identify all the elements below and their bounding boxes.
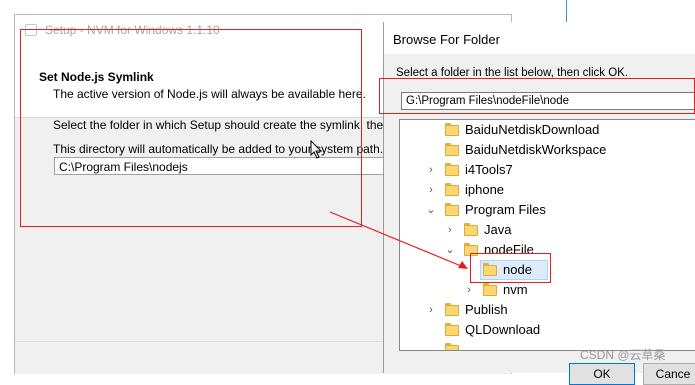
watermark: CSDN @云草桑 <box>580 348 666 362</box>
annotation-arrow <box>329 211 468 269</box>
mouse-cursor-icon <box>310 140 323 159</box>
